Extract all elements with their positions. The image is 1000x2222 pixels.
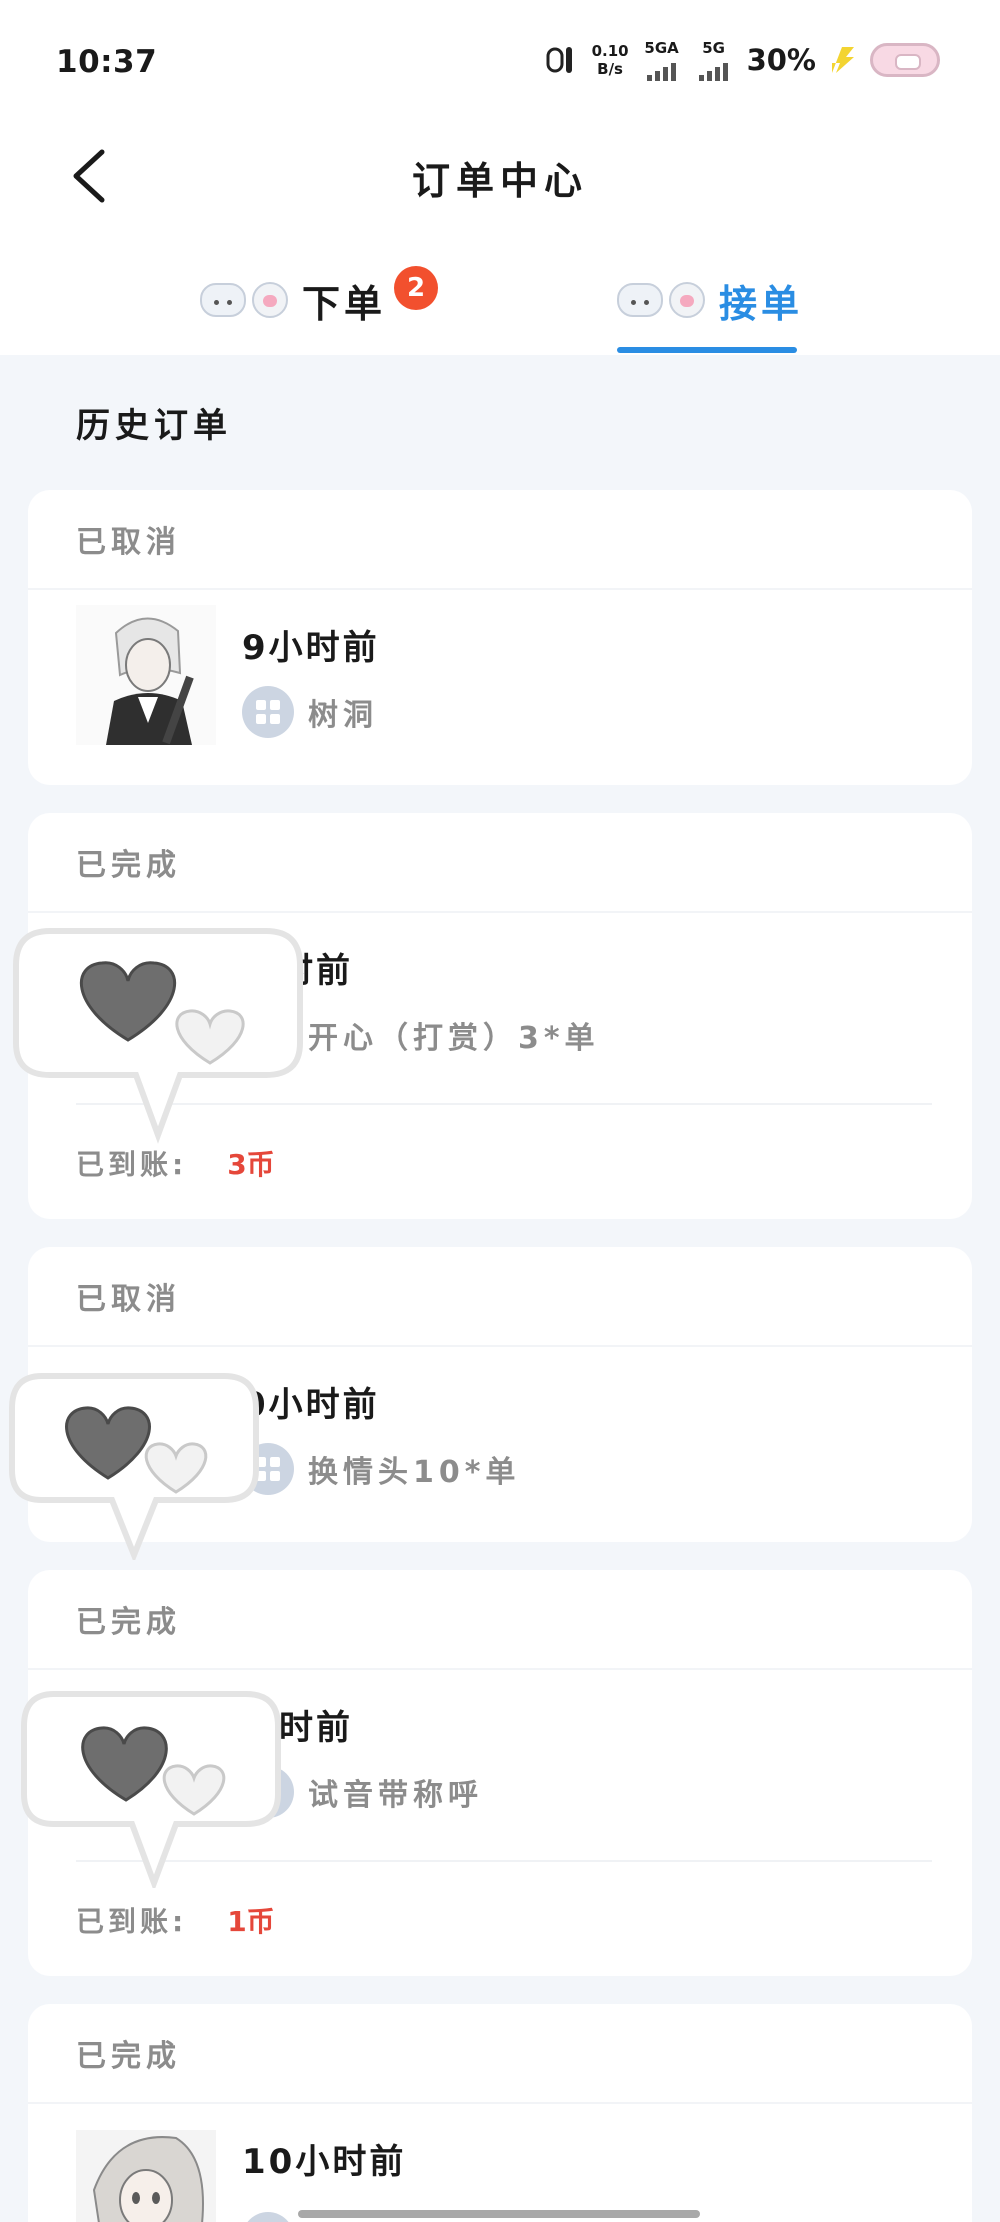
battery-donut-icon <box>870 43 940 77</box>
payment-label: 已到账: <box>76 1905 188 1938</box>
avatar <box>76 605 216 745</box>
order-time: 0小时前 <box>242 1385 380 1425</box>
order-status: 已完成 <box>28 813 972 913</box>
tab-take-order[interactable]: 接单 <box>617 270 803 330</box>
unread-badge: 2 <box>394 266 438 310</box>
status-icons: 0.10 B/s 5GA 5G 30% <box>544 38 940 82</box>
heart-bubble-sticker <box>9 1373 259 1560</box>
signal-icon <box>695 57 733 81</box>
payment-row: 已到账: 1币 <box>76 1900 275 1940</box>
section-title: 历史订单 <box>76 406 232 446</box>
tab-label: 接单 <box>719 281 804 326</box>
cat-face-icon <box>200 283 246 317</box>
net-speed: 0.10 B/s <box>592 42 629 78</box>
order-status: 已取消 <box>28 1247 972 1347</box>
tab-place-order[interactable]: 下单 2 <box>200 266 438 330</box>
grid-icon <box>242 686 294 738</box>
order-time: 10小时前 <box>242 2142 407 2182</box>
order-service: 树洞 <box>242 686 378 738</box>
order-status: 已完成 <box>28 2004 972 2104</box>
paw-icon <box>669 282 705 318</box>
order-service: 换情头10*单 <box>242 1443 520 1495</box>
page-title: 订单中心 <box>411 159 588 203</box>
avatar <box>76 2130 216 2222</box>
order-service <box>242 2212 294 2222</box>
status-time: 10:37 <box>56 44 158 80</box>
home-indicator[interactable] <box>298 2210 700 2218</box>
avatar-illustration <box>76 605 216 745</box>
paw-icon <box>252 282 288 318</box>
service-name: 树洞 <box>308 698 378 733</box>
sim1-label: 5GA <box>644 39 679 57</box>
service-name: 试音带称呼 <box>308 1778 483 1813</box>
order-status: 已取消 <box>28 490 972 590</box>
payment-row: 已到账: 3币 <box>76 1143 275 1183</box>
order-status: 已完成 <box>28 1570 972 1670</box>
top-bar: 10:37 0.10 B/s 5GA 5G 30% 订单中心 下单 2 接单 <box>0 0 1000 355</box>
order-card[interactable]: 已取消 9小时前 树洞 <box>28 490 972 785</box>
payment-amount: 3币 <box>227 1148 275 1181</box>
cat-face-icon <box>617 283 663 317</box>
order-time: 9小时前 <box>242 628 380 668</box>
net-speed-value: 0.10 <box>591 42 629 60</box>
heart-bubble-sticker <box>21 1691 281 1888</box>
payment-amount: 1币 <box>227 1905 275 1938</box>
net-speed-unit: B/s <box>597 60 623 78</box>
charging-bolt-icon <box>832 47 854 73</box>
payment-label: 已到账: <box>76 1148 188 1181</box>
heart-bubble-sticker <box>13 928 303 1144</box>
avatar-illustration <box>76 2130 216 2222</box>
status-bar: 10:37 0.10 B/s 5GA 5G 30% <box>0 0 1000 120</box>
service-name: 开心（打赏）3*单 <box>308 1021 600 1056</box>
service-name: 换情头10*单 <box>308 1455 521 1490</box>
order-card[interactable]: 已完成 10小时前 <box>28 2004 972 2222</box>
vibrate-icon <box>546 47 572 73</box>
tab-label: 下单 <box>302 281 387 326</box>
signal-icon <box>643 57 681 81</box>
sim1-signal: 5GA <box>643 39 681 81</box>
nav-bar: 订单中心 <box>0 120 1000 230</box>
active-tab-indicator <box>617 347 797 353</box>
sim2-signal: 5G <box>695 39 733 81</box>
battery-percent: 30% <box>746 43 816 77</box>
grid-icon <box>242 2212 294 2222</box>
tab-bar: 下单 2 接单 <box>0 250 1000 355</box>
sim2-label: 5G <box>702 39 725 57</box>
